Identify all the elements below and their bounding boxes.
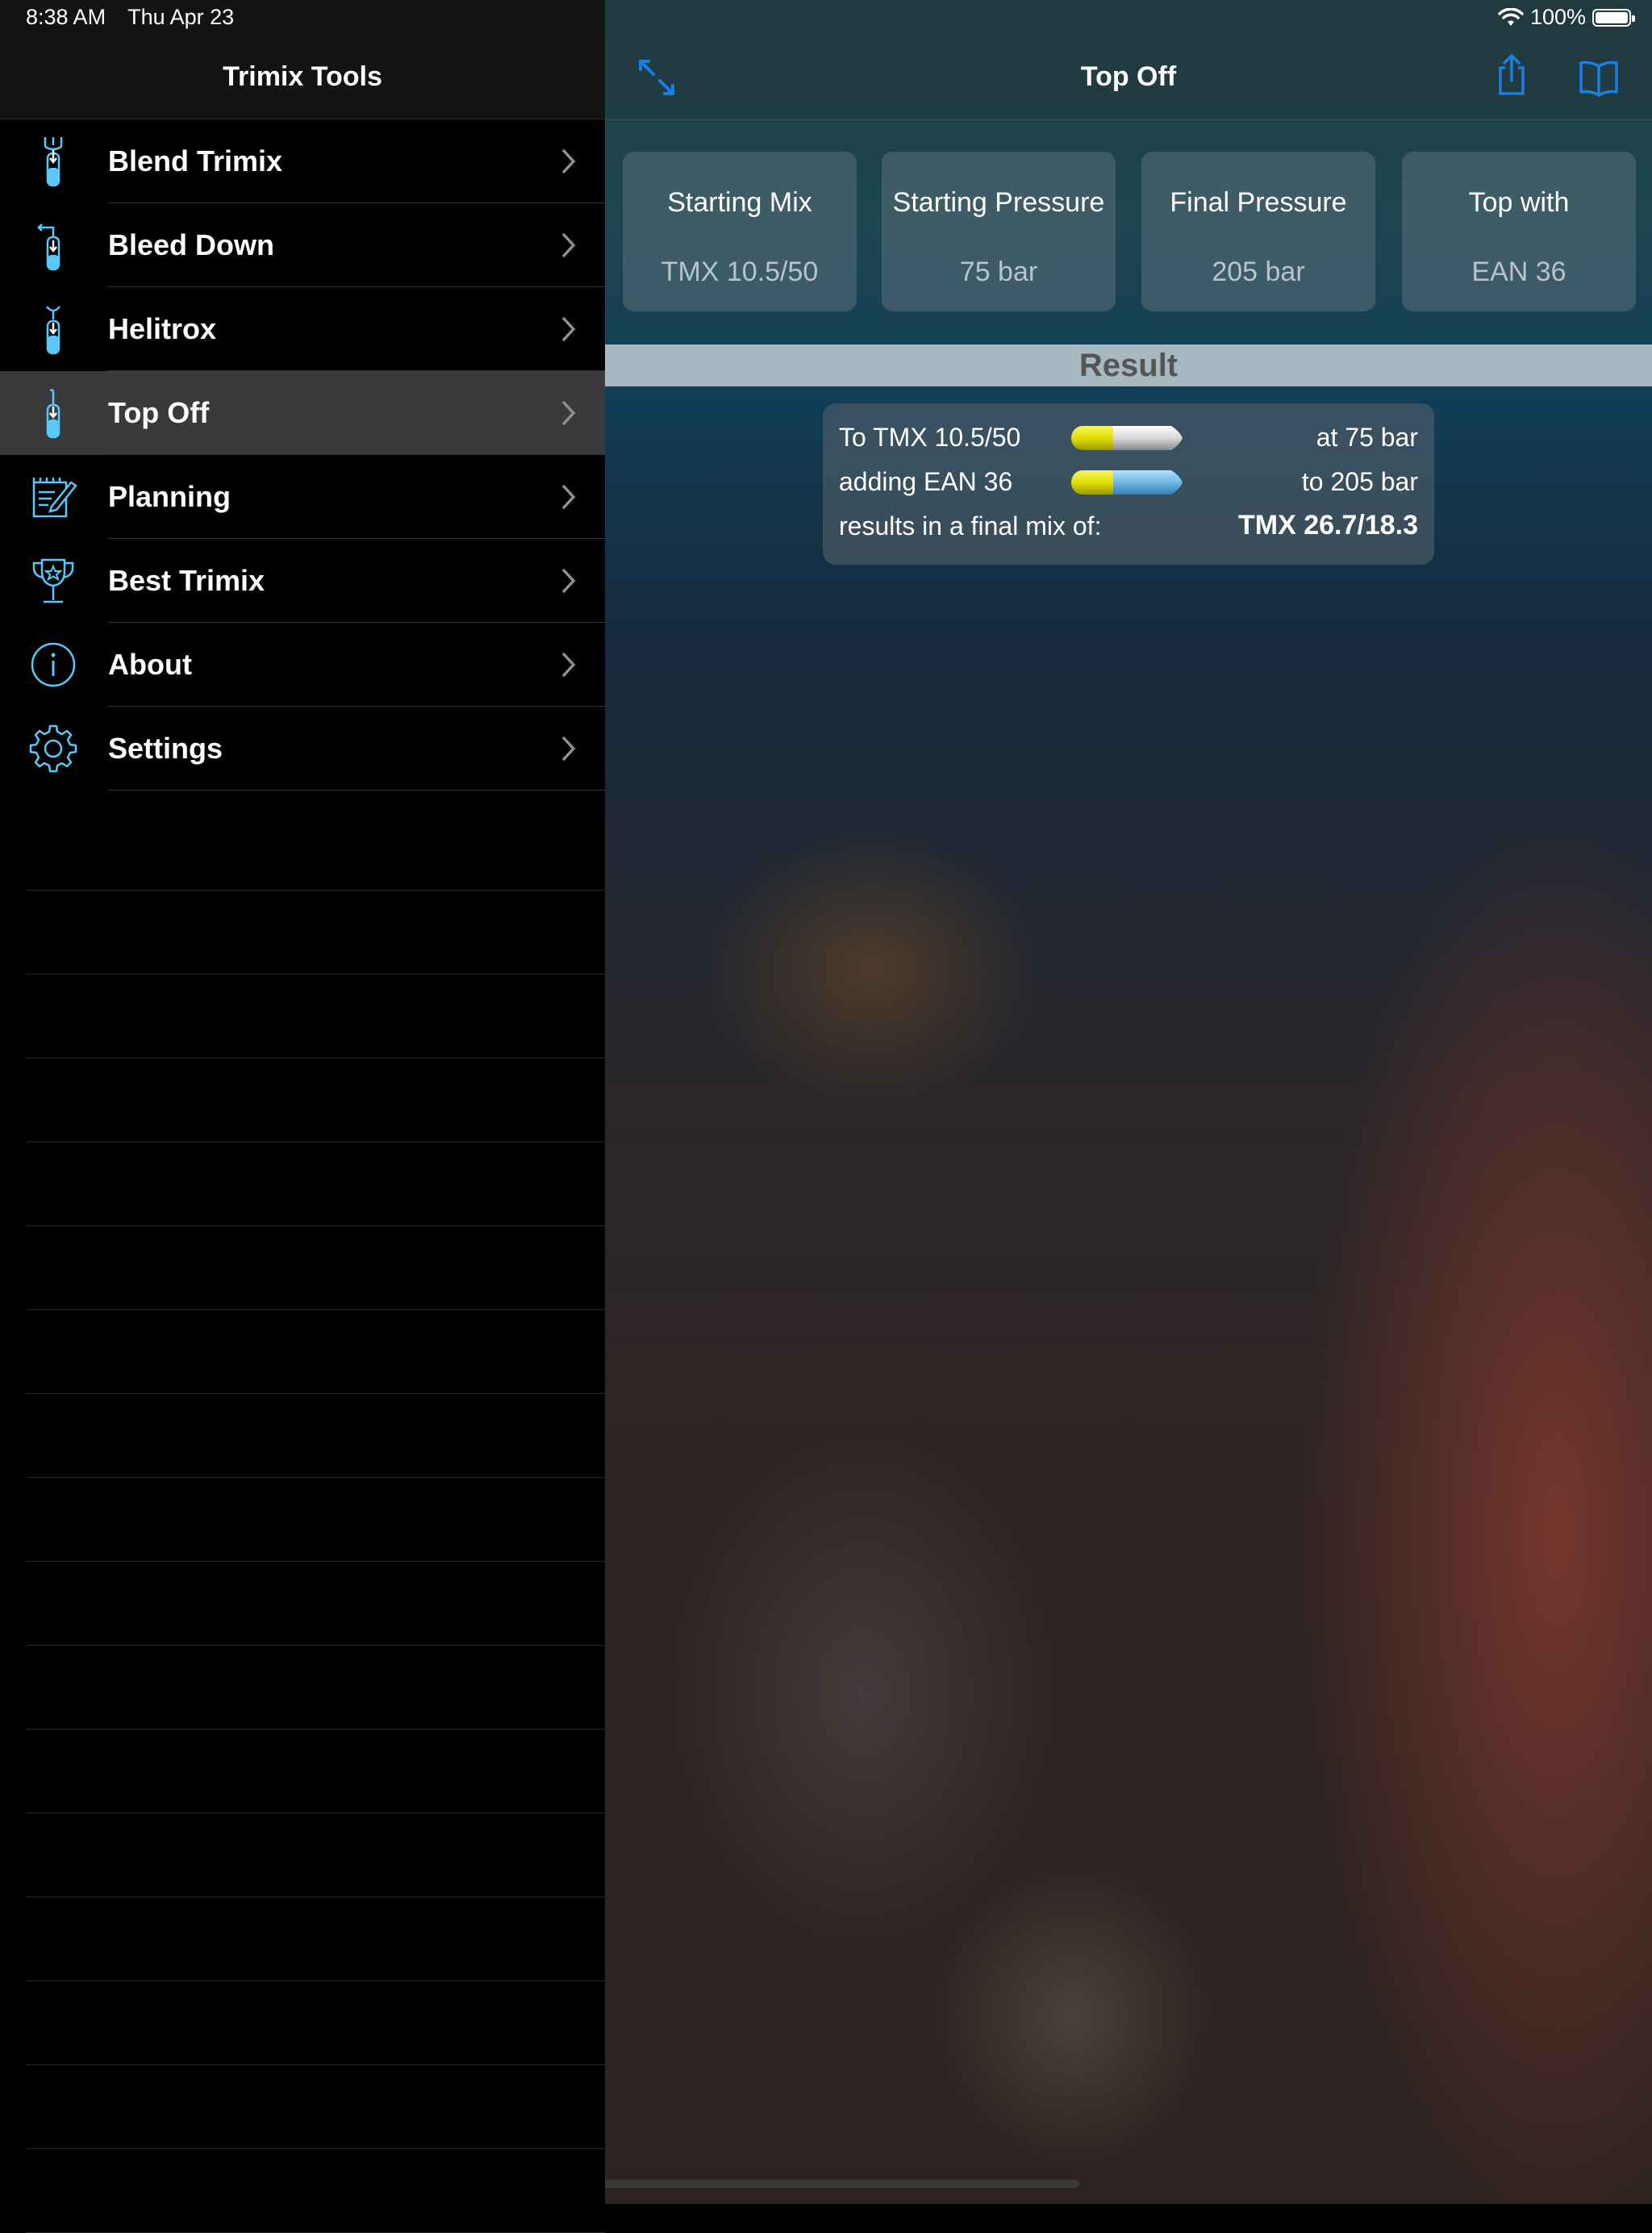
status-time: 8:38 AM bbox=[26, 5, 106, 29]
sidebar-title: Trimix Tools bbox=[223, 61, 382, 92]
battery-icon bbox=[1592, 8, 1635, 27]
card-title: Final Pressure bbox=[1170, 187, 1347, 218]
empty-row bbox=[26, 1981, 605, 2065]
result-top-gas: adding EAN 36 bbox=[839, 467, 1013, 496]
sidebar: Trimix Tools Blend Trimix Bleed Down Hel… bbox=[0, 0, 605, 2233]
top-with-card[interactable]: Top with EAN 36 bbox=[1402, 152, 1636, 311]
result-card: To TMX 10.5/50 at 75 bar adding EAN 36 t… bbox=[823, 403, 1434, 565]
empty-row bbox=[26, 2065, 605, 2149]
card-value: 205 bar bbox=[1212, 257, 1305, 287]
sidebar-item-label: Best Trimix bbox=[108, 564, 265, 597]
card-title: Top with bbox=[1468, 187, 1570, 218]
battery-percent: 100% bbox=[1529, 5, 1586, 29]
card-value: EAN 36 bbox=[1471, 257, 1566, 287]
result-final-mix-value: TMX 26.7/18.3 bbox=[1237, 510, 1418, 541]
sidebar-item-label: Helitrox bbox=[108, 312, 217, 345]
trophy-icon bbox=[32, 558, 74, 603]
bleed-tank-icon bbox=[37, 223, 60, 271]
card-title: Starting Pressure bbox=[892, 187, 1105, 218]
sidebar-item-label: Planning bbox=[108, 480, 231, 513]
helitrox-tank-icon bbox=[46, 306, 60, 355]
starting-pressure-card[interactable]: Starting Pressure 75 bar bbox=[882, 152, 1116, 311]
sidebar-item-settings[interactable]: Settings bbox=[0, 707, 605, 791]
sidebar-item-blend-trimix[interactable]: Blend Trimix bbox=[0, 119, 605, 203]
card-value: 75 bar bbox=[959, 257, 1038, 287]
sidebar-item-best-trimix[interactable]: Best Trimix bbox=[0, 539, 605, 623]
card-title: Starting Mix bbox=[667, 187, 812, 218]
sidebar-item-planning[interactable]: Planning bbox=[0, 455, 605, 539]
start-mix-tank-icon bbox=[1071, 426, 1183, 450]
sidebar-item-about[interactable]: About bbox=[0, 623, 605, 707]
share-icon[interactable] bbox=[1491, 53, 1533, 95]
navigation-bar: Top Off bbox=[605, 0, 1652, 120]
empty-row bbox=[26, 1394, 605, 1478]
blend-tank-icon bbox=[44, 137, 63, 187]
detail-pane: Top Off Starting Mix TMX 10.5/50 Startin… bbox=[605, 0, 1652, 2204]
empty-row bbox=[26, 1226, 605, 1310]
empty-row bbox=[26, 1058, 605, 1142]
empty-row bbox=[26, 807, 605, 891]
result-header: Result bbox=[605, 344, 1652, 386]
sidebar-item-bleed-down[interactable]: Bleed Down bbox=[0, 203, 605, 287]
home-indicator[interactable] bbox=[605, 2180, 1079, 2188]
sidebar-item-label: Bleed Down bbox=[108, 228, 275, 261]
sidebar-item-label: Blend Trimix bbox=[108, 144, 283, 177]
empty-row bbox=[26, 2149, 605, 2233]
empty-row bbox=[26, 1310, 605, 1394]
result-start-mix: To TMX 10.5/50 bbox=[839, 423, 1021, 452]
empty-row bbox=[26, 975, 605, 1058]
wifi-icon bbox=[1498, 7, 1524, 26]
sidebar-item-label: Top Off bbox=[108, 396, 210, 429]
planning-notepad-icon bbox=[32, 478, 77, 518]
status-date: Thu Apr 23 bbox=[127, 5, 235, 29]
empty-row bbox=[26, 891, 605, 975]
empty-table-rows bbox=[0, 807, 605, 2233]
top-gas-tank-icon bbox=[1071, 470, 1183, 495]
result-start-pressure: at 75 bar bbox=[1316, 423, 1418, 452]
card-value: TMX 10.5/50 bbox=[661, 257, 819, 287]
chevron-right-icon bbox=[562, 401, 576, 425]
status-bar-left: 8:38 AM Thu Apr 23 bbox=[26, 5, 250, 30]
chevron-right-icon bbox=[562, 149, 576, 173]
sidebar-item-helitrox[interactable]: Helitrox bbox=[0, 287, 605, 371]
result-final-pressure: to 205 bar bbox=[1301, 467, 1418, 496]
sidebar-item-top-off[interactable]: Top Off bbox=[0, 371, 605, 455]
final-pressure-card[interactable]: Final Pressure 205 bar bbox=[1141, 152, 1375, 311]
book-icon[interactable] bbox=[1578, 56, 1620, 98]
chevron-right-icon bbox=[562, 317, 576, 341]
starting-mix-card[interactable]: Starting Mix TMX 10.5/50 bbox=[623, 152, 857, 311]
empty-row bbox=[26, 1897, 605, 1981]
chevron-right-icon bbox=[562, 569, 576, 593]
empty-row bbox=[26, 1814, 605, 1897]
sidebar-menu: Blend Trimix Bleed Down Helitrox Top Off… bbox=[0, 119, 605, 791]
result-title: Result bbox=[1078, 348, 1179, 383]
chevron-right-icon bbox=[562, 653, 576, 677]
empty-row bbox=[26, 1646, 605, 1730]
empty-row bbox=[26, 1562, 605, 1646]
gear-icon bbox=[29, 724, 77, 773]
info-icon bbox=[31, 642, 76, 687]
empty-row bbox=[26, 1478, 605, 1562]
empty-row bbox=[26, 1730, 605, 1814]
chevron-right-icon bbox=[562, 737, 576, 761]
sidebar-item-label: Settings bbox=[108, 732, 223, 765]
chevron-right-icon bbox=[562, 485, 576, 509]
topoff-tank-icon bbox=[46, 389, 60, 439]
chevron-right-icon bbox=[562, 233, 576, 257]
status-bar-right: 100% bbox=[1498, 5, 1635, 30]
empty-row bbox=[26, 1142, 605, 1226]
sidebar-item-label: About bbox=[108, 648, 192, 681]
result-final-mix-label: results in a final mix of: bbox=[839, 511, 1102, 541]
